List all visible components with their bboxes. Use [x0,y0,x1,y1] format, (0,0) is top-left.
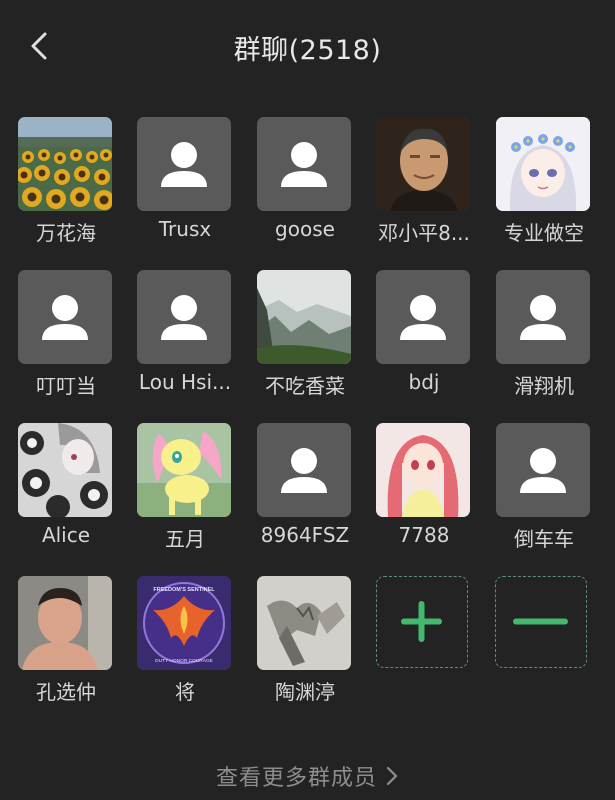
statue-sculpture-avatar [257,576,351,670]
sunflower-field-avatar [18,117,112,211]
member-item[interactable]: 五月 [125,423,245,558]
plus-icon [401,601,442,642]
default-avatar-icon [137,270,231,364]
yellow-pony-avatar [137,423,231,517]
anime-girl-monochrome-avatar [18,423,112,517]
member-name: 倒车车 [514,527,574,551]
member-item[interactable]: 孔选仲 [6,576,126,711]
member-item[interactable]: 邓小平8... [364,117,484,252]
member-name: 叮叮当 [36,374,96,398]
anime-girl-avatar [496,117,590,211]
member-name: goose [275,217,335,241]
member-name: bdj [408,370,440,394]
chevron-right-icon [385,765,399,793]
member-item[interactable]: bdj [364,270,484,405]
default-avatar-icon [496,423,590,517]
member-name: Lou Hsi... [138,370,232,394]
remove-member-button[interactable] [495,576,587,668]
member-item[interactable]: Lou Hsi... [125,270,245,405]
default-avatar-icon [18,270,112,364]
member-item[interactable]: 滑翔机 [484,270,604,405]
member-grid: 万花海 Trusx goose 邓小平8... 专业做空 叮叮当 Lou Hsi… [0,0,615,740]
member-name: 专业做空 [504,221,584,245]
member-item[interactable]: FREEDOM'S SENTINEL DUTY HONOR COURAGE 将 [125,576,245,711]
emblem-bottom-text: DUTY HONOR COURAGE [155,658,213,664]
member-item[interactable]: Trusx [125,117,245,252]
member-name: Alice [41,523,91,547]
minus-icon [513,618,568,625]
member-name: 7788 [398,523,450,547]
member-name: 五月 [165,527,205,551]
member-item[interactable]: 叮叮当 [6,270,126,405]
member-item[interactable]: 7788 [364,423,484,558]
member-item[interactable]: goose [245,117,365,252]
view-more-label: 查看更多群成员 [215,766,377,791]
anime-girl-red-hair-avatar [376,423,470,517]
member-name: 8964FSZ [260,523,350,547]
person-photo-avatar [18,576,112,670]
emblem-top-text: FREEDOM'S SENTINEL [153,587,215,593]
member-item[interactable]: 倒车车 [484,423,604,558]
default-avatar-icon [137,117,231,211]
mountain-landscape-avatar [257,270,351,364]
member-item[interactable]: 专业做空 [484,117,604,252]
add-member-button[interactable] [376,576,468,668]
default-avatar-icon [376,270,470,364]
member-name: 孔选仲 [36,680,96,704]
member-name: 陶渊渟 [275,680,335,704]
default-avatar-icon [496,270,590,364]
default-avatar-icon [257,423,351,517]
default-avatar-icon [257,117,351,211]
member-name: 万花海 [36,221,96,245]
member-name: Trusx [158,217,212,241]
view-more-members-link[interactable]: 查看更多群成员 [0,760,615,793]
member-name: 邓小平8... [378,221,470,245]
member-name: 不吃香菜 [265,374,345,398]
member-name: 将 [175,680,195,704]
member-name: 滑翔机 [514,374,574,398]
member-item[interactable]: 陶渊渟 [245,576,365,711]
portrait-photo-avatar [376,117,470,211]
member-item[interactable]: 万花海 [6,117,126,252]
member-item[interactable]: Alice [6,423,126,558]
phoenix-emblem-avatar: FREEDOM'S SENTINEL DUTY HONOR COURAGE [137,576,231,670]
member-item[interactable]: 8964FSZ [245,423,365,558]
member-item[interactable]: 不吃香菜 [245,270,365,405]
